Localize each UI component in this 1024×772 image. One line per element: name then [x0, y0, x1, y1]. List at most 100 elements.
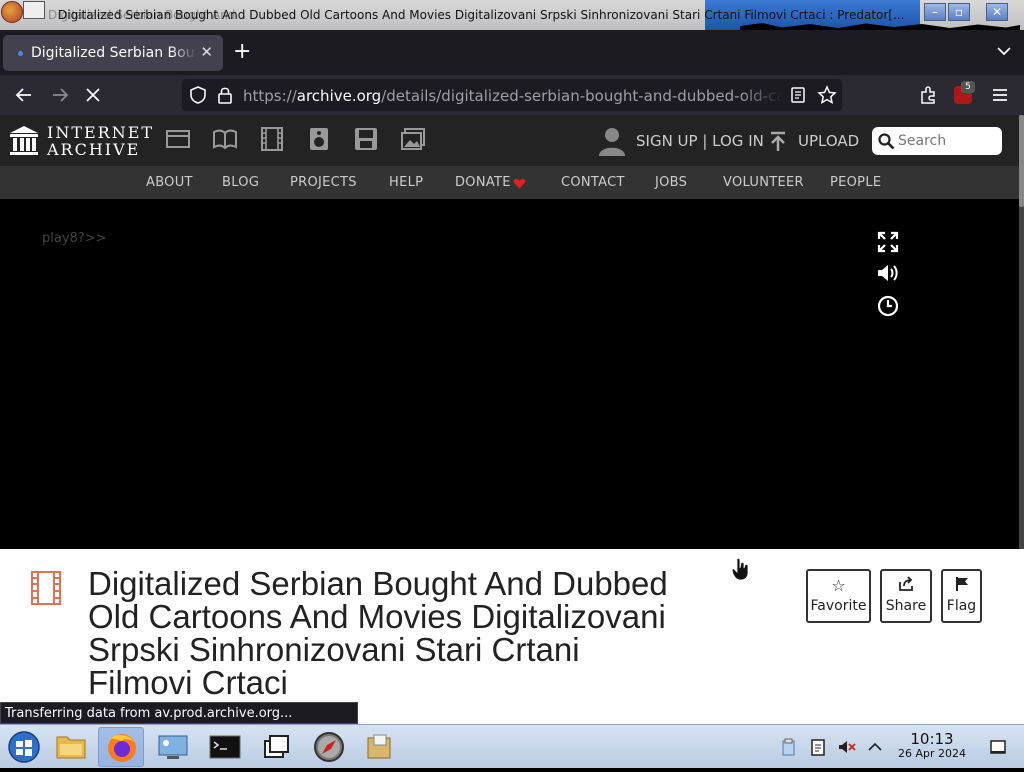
taskbar-windows[interactable] — [254, 727, 300, 767]
nav-about[interactable]: ABOUT — [146, 175, 193, 190]
images-icon[interactable] — [400, 127, 426, 151]
new-tab-button[interactable]: + — [233, 41, 251, 63]
terminal-icon — [209, 735, 241, 759]
flag-icon — [943, 576, 980, 598]
maximize-button[interactable]: ▫ — [948, 3, 970, 21]
logo-line-1: INTERNET — [47, 123, 155, 142]
software-icon[interactable] — [353, 127, 379, 151]
stop-icon — [86, 88, 100, 102]
archive-logo-icon[interactable] — [9, 124, 39, 156]
favorite-button[interactable]: ☆ Favorite — [806, 569, 871, 623]
window-switcher-icon — [264, 735, 289, 758]
extensions-puzzle-icon[interactable] — [918, 84, 940, 106]
nav-contact[interactable]: CONTACT — [561, 175, 625, 190]
video-icon[interactable] — [259, 127, 285, 151]
taskbar-file-manager[interactable] — [48, 727, 94, 767]
start-button[interactable] — [2, 727, 48, 767]
archive-search-box[interactable] — [872, 127, 1002, 155]
url-text[interactable]: https://archive.org/details/digitalized-… — [243, 87, 783, 105]
favorite-label: Favorite — [810, 598, 867, 614]
taskbar-archive-app[interactable] — [356, 727, 402, 767]
url-path: /details/digitalized-serbian-bought-and-… — [381, 87, 783, 105]
show-desktop-icon[interactable] — [988, 737, 1008, 757]
media-type-icons — [165, 127, 442, 155]
upload-link[interactable]: UPLOAD — [798, 132, 859, 150]
window-title: Digitalized Serbian Bought And Dubbed Ol… — [58, 8, 905, 22]
search-input[interactable] — [898, 131, 998, 151]
list-tabs-icon[interactable] — [996, 43, 1012, 59]
taskbar-safari[interactable] — [306, 727, 352, 767]
logo-line-2: ARCHIVE — [47, 140, 141, 159]
clipboard-tray-icon[interactable] — [778, 737, 798, 757]
share-button[interactable]: Share — [880, 569, 932, 623]
nav-volunteer[interactable]: VOLUNTEER — [723, 175, 804, 190]
search-icon — [878, 133, 895, 150]
taskbar-clock[interactable]: 10:13 26 Apr 2024 — [893, 731, 971, 761]
close-window-button[interactable]: ✕ — [986, 3, 1008, 21]
nav-projects[interactable]: PROJECTS — [290, 175, 357, 190]
back-arrow-icon — [15, 88, 31, 102]
tab-active[interactable]: Digitalized Serbian Bought And Dubbed ✕ — [3, 35, 223, 71]
nav-donate[interactable]: DONATE — [455, 175, 511, 190]
monitor-settings-icon — [158, 735, 188, 759]
lock-icon[interactable] — [216, 85, 234, 105]
nav-jobs[interactable]: JOBS — [655, 175, 687, 190]
compass-icon — [314, 732, 344, 762]
texts-icon[interactable] — [212, 127, 238, 151]
url-domain: archive.org — [296, 87, 382, 105]
page-scrollbar[interactable] — [1019, 115, 1024, 549]
start-orb-icon — [8, 731, 40, 763]
upload-icon[interactable] — [767, 130, 789, 152]
stop-loading-button[interactable] — [81, 83, 105, 107]
status-bar: Transferring data from av.prod.archive.o… — [0, 702, 358, 724]
clock-time: 10:13 — [910, 730, 954, 748]
app-icon — [1, 1, 23, 23]
scrollbar-thumb[interactable] — [1019, 115, 1024, 207]
hand-cursor-icon — [731, 557, 749, 581]
flag-button[interactable]: Flag — [941, 569, 982, 623]
nav-blog[interactable]: BLOG — [222, 175, 259, 190]
share-icon — [882, 576, 930, 598]
heart-icon — [513, 178, 526, 189]
window-menu-icon[interactable] — [23, 1, 45, 19]
forward-button[interactable] — [48, 83, 72, 107]
taskbar: 10:13 26 Apr 2024 — [0, 724, 1024, 768]
extension-badge: 5 — [961, 81, 975, 93]
folder-icon — [56, 736, 86, 759]
taskbar-firefox[interactable] — [98, 727, 144, 767]
nav-people[interactable]: PEOPLE — [830, 175, 881, 190]
tab-close-icon[interactable]: ✕ — [200, 43, 213, 61]
minimize-button[interactable]: – — [924, 3, 946, 21]
clock-speed-icon[interactable] — [876, 294, 900, 318]
hamburger-menu-icon[interactable] — [990, 85, 1010, 105]
taskbar-control-panel[interactable] — [150, 727, 196, 767]
back-button[interactable] — [12, 83, 36, 107]
volume-icon[interactable] — [876, 261, 900, 285]
player-text: play8?>> — [42, 231, 107, 246]
flag-label: Flag — [946, 598, 977, 614]
fullscreen-icon[interactable] — [876, 230, 900, 254]
forward-arrow-icon — [53, 88, 69, 102]
address-bar[interactable]: https://archive.org/details/digitalized-… — [182, 79, 842, 111]
url-prefix: https:// — [243, 87, 297, 105]
tray-expand-icon[interactable] — [865, 737, 885, 757]
taskbar-terminal[interactable] — [202, 727, 248, 767]
signup-login-link[interactable]: SIGN UP | LOG IN — [636, 132, 764, 150]
user-avatar-icon[interactable] — [597, 125, 627, 157]
bookmark-star-icon[interactable] — [817, 85, 837, 105]
tracking-protection-icon[interactable] — [188, 85, 208, 105]
movies-film-icon — [31, 571, 61, 605]
tab-title: Digitalized Serbian Bought And Dubbed — [31, 45, 196, 61]
ia-nav-bar: ABOUT BLOG PROJECTS HELP DONATE CONTACT … — [0, 166, 1019, 199]
window-titlebar: Digitalized Serbian Bought And Digitaliz… — [0, 0, 1024, 30]
audio-icon[interactable] — [306, 127, 332, 151]
web-icon[interactable] — [165, 127, 191, 151]
reader-view-icon[interactable] — [789, 86, 807, 104]
notes-tray-icon[interactable] — [808, 737, 828, 757]
video-player[interactable]: play8?>> — [0, 199, 1024, 549]
archive-logo-text[interactable]: INTERNET ARCHIVE — [47, 124, 154, 158]
firefox-icon — [108, 734, 136, 762]
nav-help[interactable]: HELP — [389, 175, 423, 190]
volume-muted-icon[interactable] — [837, 737, 857, 757]
navigation-toolbar: https://archive.org/details/digitalized-… — [0, 75, 1024, 115]
